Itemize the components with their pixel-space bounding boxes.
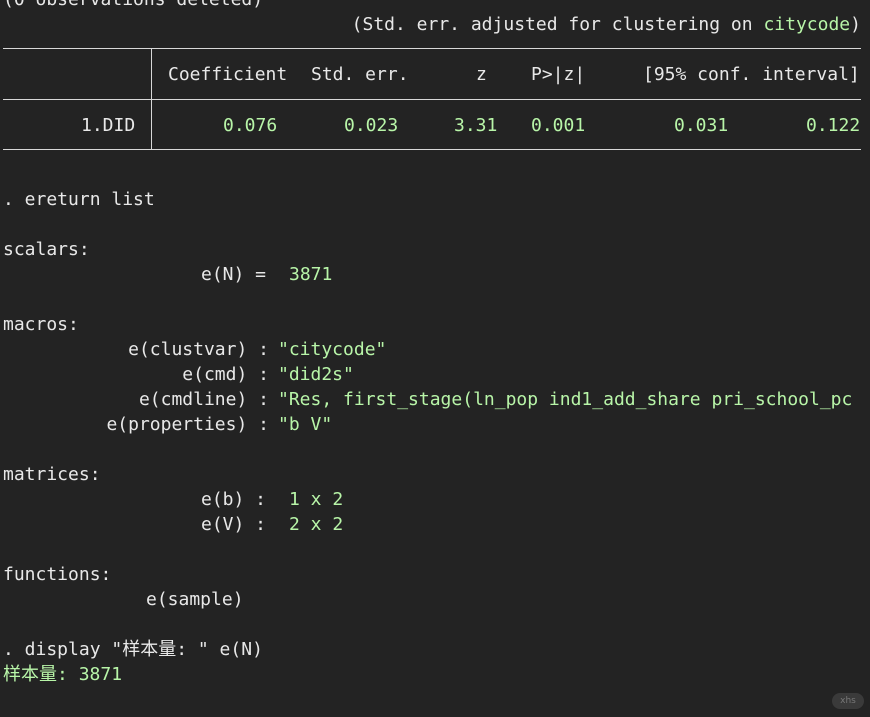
row-coefficient: 0.076	[223, 115, 278, 136]
display-result: 样本量: 3871	[3, 662, 122, 687]
observations-deleted-line: (0 observations deleted)	[3, 0, 263, 12]
table-header-rule	[3, 99, 861, 100]
matrix-key-b: e(b) :	[201, 489, 267, 510]
macro-key-clustvar: e(clustvar) :	[128, 339, 269, 360]
display-command: . display "样本量: " e(N)	[3, 639, 263, 660]
row-label: 1.DID	[81, 115, 136, 136]
row-std-err: 0.023	[344, 115, 399, 136]
matrix-value-b: 1 x 2	[289, 489, 344, 510]
function-sample: e(sample)	[146, 589, 244, 610]
scalar-n-value: 3871	[289, 264, 333, 285]
functions-header: functions:	[3, 564, 112, 585]
scalar-n-label: e(N) =	[201, 264, 267, 285]
macro-value-cmdline: "Res, first_stage(ln_pop ind1_add_share …	[278, 389, 853, 410]
matrix-value-v: 2 x 2	[289, 514, 344, 535]
matrix-key-v: e(V) :	[201, 514, 267, 535]
row-ci-high: 0.122	[806, 115, 861, 136]
std-err-note: (Std. err. adjusted for clustering on ci…	[351, 14, 861, 35]
macro-value-clustvar: "citycode"	[278, 339, 387, 360]
macro-value-properties: "b V"	[278, 414, 333, 435]
row-p-value: 0.001	[531, 115, 586, 136]
result-label: 样本量:	[3, 664, 68, 685]
ereturn-command: . ereturn list	[3, 189, 155, 210]
row-z: 3.31	[454, 115, 498, 136]
header-z: z	[476, 64, 487, 85]
macros-header: macros:	[3, 314, 79, 335]
macro-key-properties: e(properties) :	[106, 414, 269, 435]
matrices-header: matrices:	[3, 464, 101, 485]
header-p-value: P>|z|	[531, 64, 586, 85]
macro-value-cmd: "did2s"	[278, 364, 354, 385]
cluster-var: citycode	[763, 14, 851, 35]
header-coefficient: Coefficient	[168, 64, 288, 85]
result-value: 3871	[78, 664, 123, 685]
row-ci-low: 0.031	[674, 115, 729, 136]
header-conf-interval: [95% conf. interval]	[643, 64, 860, 85]
watermark-badge: xhs	[832, 693, 864, 709]
header-std-err: Std. err.	[311, 64, 409, 85]
table-top-rule	[3, 48, 861, 49]
macro-key-cmdline: e(cmdline) :	[138, 389, 269, 410]
table-bottom-rule	[3, 149, 861, 150]
macro-key-cmd: e(cmd) :	[182, 364, 269, 385]
scalars-header: scalars:	[3, 239, 90, 260]
